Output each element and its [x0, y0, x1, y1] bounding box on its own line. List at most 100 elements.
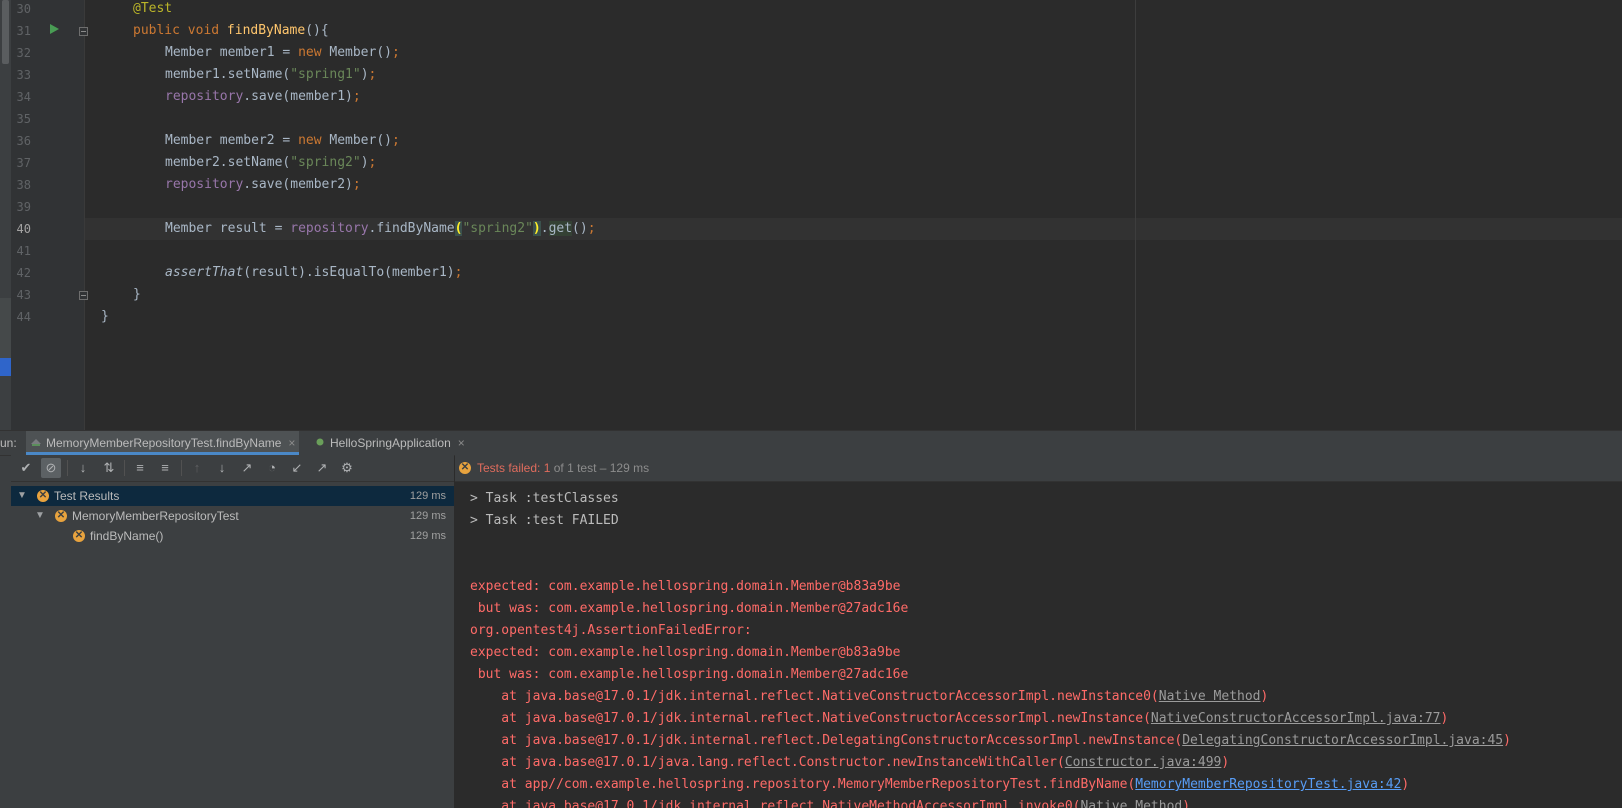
test-results-tree[interactable]: ▼ ✕ Test Results 129 ms ▼ ✕ MemoryMember…	[11, 482, 455, 808]
line-number: 33	[16, 68, 31, 82]
code-line: public void findByName(){	[133, 20, 329, 42]
run-test-icon[interactable]	[50, 24, 59, 34]
stack-link[interactable]: NativeConstructorAccessorImpl.java:77	[1151, 711, 1441, 726]
code-token: result =	[211, 221, 291, 236]
export-icon[interactable]: ↗	[312, 458, 332, 478]
line-number: 30	[16, 2, 31, 16]
line-number: 42	[16, 266, 31, 280]
import-icon[interactable]: ↙	[287, 458, 307, 478]
console-stack-line: at java.base@17.0.1/jdk.internal.reflect…	[470, 730, 1511, 752]
code-token: )	[360, 155, 369, 170]
chevron-down-icon[interactable]: ▼	[17, 486, 27, 506]
code-token: ;	[352, 89, 361, 104]
stack-text: at java.base@17.0.1/java.lang.reflect.Co…	[470, 755, 1065, 770]
line-number: 36	[16, 134, 31, 148]
stack-link-source[interactable]: MemoryMemberRepositoryTest.java:42	[1135, 777, 1401, 792]
code-token: new	[298, 133, 322, 148]
stack-text: )	[1503, 733, 1511, 748]
line-number: 32	[16, 46, 31, 60]
close-icon[interactable]: ×	[288, 431, 295, 455]
stack-link[interactable]: Native Method	[1080, 799, 1182, 808]
next-failed-icon[interactable]: ↓	[212, 458, 232, 478]
code-token: findByName	[226, 23, 306, 38]
tree-label: MemoryMemberRepositoryTest	[72, 509, 239, 523]
stack-text: at java.base@17.0.1/jdk.internal.reflect…	[470, 733, 1183, 748]
code-line: repository.save(member2);	[165, 174, 361, 196]
console-line: > Task :testClasses	[470, 491, 619, 506]
stack-text: )	[1440, 711, 1449, 726]
code-line-current: Member result = repository.findByName("s…	[85, 218, 1622, 240]
console-stack-line: at java.base@17.0.1/jdk.internal.reflect…	[470, 708, 1448, 730]
status-suffix: of 1 test – 129 ms	[550, 461, 650, 475]
tree-row-test-method[interactable]: ✕ findByName() 129 ms	[11, 526, 454, 546]
code-line: member2.setName("spring2");	[165, 152, 376, 174]
chevron-down-icon[interactable]: ▼	[35, 506, 45, 526]
import-tests-icon[interactable]: ↗	[237, 458, 257, 478]
stack-text: at app//com.example.hellospring.reposito…	[470, 777, 1136, 792]
toolbar-separator	[181, 460, 182, 476]
line-number: 31	[16, 24, 31, 38]
code-token: member2.setName(	[165, 155, 291, 170]
code-token: ;	[392, 45, 400, 60]
tab-memory-member-repository-test[interactable]: MemoryMemberRepositoryTest.findByName ×	[26, 431, 300, 455]
run-label: un:	[0, 436, 17, 450]
tree-row-test-class[interactable]: ▼ ✕ MemoryMemberRepositoryTest 129 ms	[11, 506, 454, 526]
tree-row-test-results[interactable]: ▼ ✕ Test Results 129 ms	[11, 486, 454, 506]
test-failed-icon: ✕	[459, 462, 471, 474]
collapse-all-icon[interactable]: ≡	[155, 458, 175, 478]
code-line: @Test	[133, 0, 172, 20]
tab-hello-spring-application[interactable]: HelloSpringApplication ×	[310, 431, 469, 455]
test-history-icon[interactable]: ◔	[262, 458, 282, 478]
sort-alphabetically-icon[interactable]: ↓	[73, 458, 93, 478]
console-line: > Task :test FAILED	[470, 513, 619, 528]
code-token: member2 =	[211, 133, 299, 148]
code-token: ;	[454, 265, 463, 280]
code-area[interactable]: @Test public void findByName(){ Member m…	[85, 0, 1622, 430]
sort-by-duration-icon[interactable]: ⇅	[99, 458, 119, 478]
line-number: 35	[16, 112, 31, 126]
code-token: .save(member2)	[243, 177, 353, 192]
code-token: (){	[305, 23, 329, 38]
console-output[interactable]: > Task :testClasses > Task :test FAILED …	[455, 482, 1622, 808]
stack-link[interactable]: Constructor.java:499	[1065, 755, 1222, 770]
code-editor[interactable]: 30 31 32 33 34 35 36 37 38 39 40 41 42 4…	[11, 0, 1622, 430]
code-token: Member	[165, 221, 212, 236]
spring-icon	[316, 438, 324, 446]
strip-highlight	[0, 298, 11, 358]
close-icon[interactable]: ×	[458, 431, 465, 455]
tab-label: MemoryMemberRepositoryTest.findByName	[46, 436, 282, 450]
previous-failed-icon[interactable]: ↑	[187, 458, 207, 478]
line-number: 38	[16, 178, 31, 192]
code-line: Member member2 = new Member();	[165, 130, 400, 152]
show-ignored-icon[interactable]: ⊘	[41, 458, 61, 478]
tree-label: Test Results	[54, 489, 120, 503]
tree-duration: 129 ms	[409, 490, 446, 502]
stack-link[interactable]: DelegatingConstructorAccessorImpl.java:4…	[1182, 733, 1503, 748]
code-token: public void	[133, 23, 227, 38]
status-prefix: Tests failed:	[477, 461, 544, 475]
code-token: repository	[165, 89, 244, 104]
code-token: ;	[368, 155, 377, 170]
right-margin-guide	[1135, 0, 1136, 430]
code-token: member1.setName(	[165, 67, 291, 82]
line-number: 44	[16, 310, 31, 324]
tab-label: HelloSpringApplication	[330, 436, 451, 450]
console-line: but was: com.example.hellospring.domain.…	[470, 601, 909, 616]
code-token: Member()	[321, 133, 392, 148]
code-token: repository	[165, 177, 244, 192]
code-line: assertThat(result).isEqualTo(member1);	[165, 262, 462, 284]
code-token: Member	[165, 45, 212, 60]
run-toolbar: ✔ ⊘ ↓ ⇅ ≡ ≡ ↑ ↓ ↗ ◔ ↙ ↗ ⚙	[11, 455, 454, 482]
expand-all-icon[interactable]: ≡	[130, 458, 150, 478]
test-status-text: Tests failed: 1 of 1 test – 129 ms	[477, 455, 649, 481]
line-number: 34	[16, 90, 31, 104]
code-token: ;	[587, 221, 596, 236]
console-stack-line: at java.base@17.0.1/jdk.internal.reflect…	[470, 796, 1190, 808]
editor-scroll-thumb[interactable]	[2, 0, 9, 64]
stack-link[interactable]: Native Method	[1159, 689, 1261, 704]
code-token: ;	[392, 133, 400, 148]
console-stack-line: at java.base@17.0.1/jdk.internal.reflect…	[470, 686, 1268, 708]
show-passed-icon[interactable]: ✔	[16, 458, 36, 478]
test-failed-icon: ✕	[37, 490, 49, 502]
gear-icon[interactable]: ⚙	[337, 458, 357, 478]
